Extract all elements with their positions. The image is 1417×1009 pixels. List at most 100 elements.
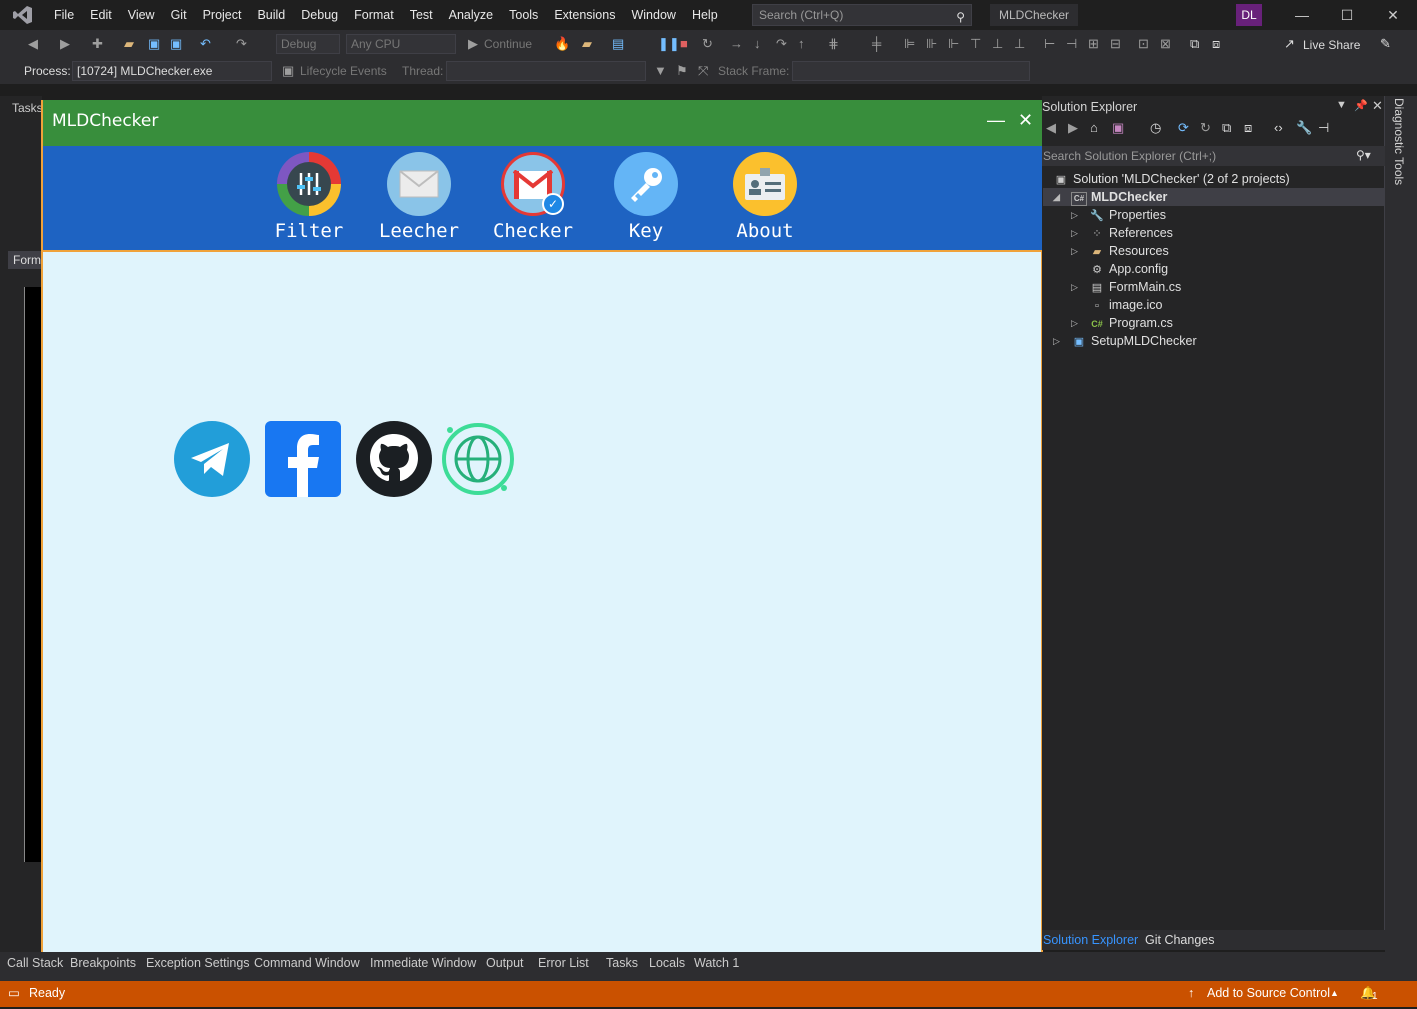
menu-format[interactable]: Format: [346, 0, 402, 30]
tab-watch[interactable]: Watch 1: [694, 956, 739, 970]
tree-project[interactable]: ◢ C# MLDChecker: [1053, 188, 1167, 206]
live-share-icon[interactable]: ↗: [1284, 30, 1295, 58]
breakpoint-icon[interactable]: ╪: [872, 30, 881, 58]
configuration-select[interactable]: Debug: [276, 34, 340, 54]
se-forward-icon[interactable]: ▶: [1068, 120, 1078, 136]
align-right-icon[interactable]: ⊩: [948, 30, 959, 58]
forward-icon[interactable]: ▶: [60, 30, 70, 58]
panel-dropdown-icon[interactable]: ▼: [1336, 99, 1347, 111]
align-left-icon[interactable]: ⊫: [904, 30, 915, 58]
send-back-icon[interactable]: ⧈: [1212, 30, 1220, 58]
menu-debug[interactable]: Debug: [293, 0, 346, 30]
github-icon[interactable]: [355, 420, 433, 498]
collapsed-arrow-icon[interactable]: ▷: [1071, 224, 1078, 242]
continue-button[interactable]: Continue: [484, 31, 532, 57]
tree-item-references[interactable]: ▷ ⁘ References: [1071, 224, 1173, 242]
nav-leecher[interactable]: Leecher: [364, 152, 474, 242]
tree-item-properties[interactable]: ▷ 🔧 Properties: [1071, 206, 1166, 224]
grid-icon[interactable]: ⊟: [1110, 30, 1121, 58]
switch-views-icon[interactable]: ▣: [1112, 120, 1124, 136]
view-code-icon[interactable]: ‹›: [1274, 120, 1283, 135]
refresh-icon[interactable]: ↻: [1200, 120, 1211, 136]
align-top-icon[interactable]: ⊤: [970, 30, 981, 58]
preview-icon[interactable]: ⊣: [1318, 120, 1329, 136]
tab-git-changes[interactable]: Git Changes: [1145, 930, 1214, 950]
tree-setup-project[interactable]: ▷ ▣ SetupMLDChecker: [1053, 332, 1197, 350]
lifecycle-icon[interactable]: ▣: [282, 58, 294, 84]
tree-item-program[interactable]: ▷ C# Program.cs: [1071, 314, 1173, 332]
show-next-statement-icon[interactable]: →: [730, 30, 743, 58]
menu-view[interactable]: View: [120, 0, 163, 30]
pause-icon[interactable]: ❚❚: [658, 30, 680, 58]
avatar[interactable]: DL: [1236, 4, 1262, 26]
save-all-icon[interactable]: ▣: [170, 30, 182, 58]
maximize-icon[interactable]: ☐: [1324, 0, 1370, 30]
pin-icon[interactable]: 📌: [1354, 99, 1368, 112]
telegram-icon[interactable]: [173, 420, 251, 498]
close-icon[interactable]: ✕: [1370, 0, 1416, 30]
live-share-button[interactable]: Live Share: [1303, 32, 1360, 58]
menu-help[interactable]: Help: [684, 0, 726, 30]
sync-icon[interactable]: ⟳: [1178, 120, 1189, 136]
nav-about[interactable]: About: [710, 152, 820, 242]
tab-output[interactable]: Output: [486, 956, 524, 970]
tree-item-formmain[interactable]: ▷ ▤ FormMain.cs: [1071, 278, 1181, 296]
step-out-icon[interactable]: ↑: [798, 30, 805, 58]
tab-call-stack[interactable]: Call Stack: [7, 956, 63, 970]
menu-test[interactable]: Test: [402, 0, 441, 30]
diagnostic-tools-tab[interactable]: Diagnostic Tools: [1392, 98, 1406, 185]
collapsed-arrow-icon[interactable]: ▷: [1071, 242, 1078, 260]
tree-item-resources[interactable]: ▷ ▰ Resources: [1071, 242, 1169, 260]
hspacing-icon[interactable]: ⊡: [1138, 30, 1149, 58]
tree-solution[interactable]: ▣ Solution 'MLDChecker' (2 of 2 projects): [1053, 170, 1290, 188]
tab-command-window[interactable]: Command Window: [254, 956, 360, 970]
nav-checker[interactable]: ✓ Checker: [478, 152, 588, 242]
collapsed-arrow-icon[interactable]: ▷: [1053, 332, 1060, 350]
visual-studio-logo-icon[interactable]: [0, 0, 46, 30]
show-all-files-icon[interactable]: ⧈: [1244, 120, 1252, 136]
stack-frame-select[interactable]: [792, 61, 1030, 81]
global-search-input[interactable]: Search (Ctrl+Q) ⚲: [752, 4, 972, 26]
collapsed-arrow-icon[interactable]: ▷: [1071, 278, 1078, 296]
minimize-icon[interactable]: —: [1279, 0, 1325, 30]
undo-icon[interactable]: ↶: [200, 30, 211, 58]
save-icon[interactable]: ▣: [148, 30, 160, 58]
designer-tab[interactable]: Form: [8, 251, 42, 269]
continue-icon[interactable]: ▶: [468, 30, 478, 58]
tab-solution-explorer[interactable]: Solution Explorer: [1043, 930, 1138, 950]
filter-icon[interactable]: ▼: [654, 58, 667, 84]
pending-changes-icon[interactable]: ◷: [1150, 120, 1161, 136]
open-folder-icon[interactable]: ▰: [124, 30, 134, 58]
tab-breakpoints[interactable]: Breakpoints: [70, 956, 136, 970]
browse-icon[interactable]: ▰: [582, 30, 592, 58]
thread-icon[interactable]: ⋕: [828, 30, 839, 58]
lifecycle-events-button[interactable]: Lifecycle Events: [300, 58, 387, 84]
redo-icon[interactable]: ↷: [236, 30, 247, 58]
menu-build[interactable]: Build: [249, 0, 293, 30]
step-into-icon[interactable]: ↓: [754, 30, 761, 58]
align-center-icon[interactable]: ⊪: [926, 30, 937, 58]
tasks-panel-title[interactable]: Tasks: [12, 101, 43, 115]
collapsed-arrow-icon[interactable]: ▷: [1071, 206, 1078, 224]
facebook-icon[interactable]: [264, 420, 342, 498]
bring-front-icon[interactable]: ⧉: [1190, 30, 1199, 58]
add-to-source-control-button[interactable]: Add to Source Control: [1207, 981, 1330, 1005]
menu-extensions[interactable]: Extensions: [546, 0, 623, 30]
website-globe-icon[interactable]: [438, 420, 516, 498]
tree-item-appconfig[interactable]: ⚙ App.config: [1089, 260, 1168, 278]
se-back-icon[interactable]: ◀: [1046, 120, 1056, 136]
menu-edit[interactable]: Edit: [82, 0, 120, 30]
align-middle-icon[interactable]: ⊥: [992, 30, 1003, 58]
flag-icon[interactable]: ⚑: [676, 58, 688, 84]
hot-reload-icon[interactable]: 🔥: [554, 30, 570, 58]
app-insights-icon[interactable]: ▤: [612, 30, 624, 58]
tab-locals[interactable]: Locals: [649, 956, 685, 970]
same-width-icon[interactable]: ⊢: [1044, 30, 1055, 58]
status-output-icon[interactable]: ▭: [8, 981, 20, 1005]
step-over-icon[interactable]: ↷: [776, 30, 787, 58]
tab-error-list[interactable]: Error List: [538, 956, 589, 970]
collapse-all-icon[interactable]: ⧉: [1222, 120, 1231, 136]
back-icon[interactable]: ◀: [28, 30, 38, 58]
menu-project[interactable]: Project: [195, 0, 250, 30]
app-close-button[interactable]: ✕: [1018, 110, 1033, 131]
